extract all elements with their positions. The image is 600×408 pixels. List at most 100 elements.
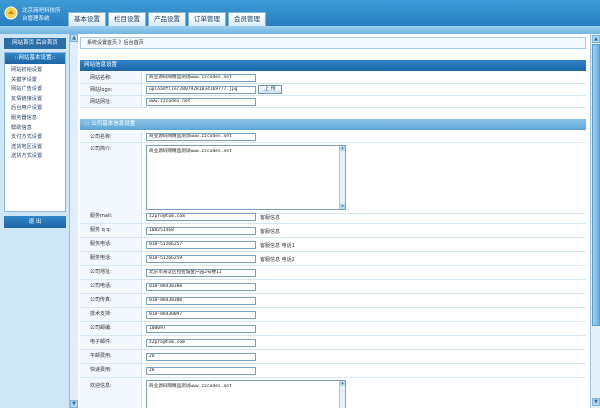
form-row-postcode: 公司邮编: 100097: [80, 322, 586, 336]
postcode-input[interactable]: 100097: [146, 325, 256, 333]
scroll-down-icon[interactable]: ▼: [70, 400, 78, 408]
field-note: 客服信息 电话2: [260, 257, 295, 263]
logout-button[interactable]: 退 出: [4, 216, 66, 228]
sidebar-item-site-init[interactable]: 网站初始设置: [11, 66, 65, 76]
form-row-express-fee: 快递费用: 20: [80, 364, 586, 378]
email-input[interactable]: z2pro@tom.com: [146, 339, 256, 347]
site-logo-input[interactable]: uploadfile/20079281834169777.jpg: [146, 86, 256, 94]
field-label: 公司简介:: [90, 146, 112, 152]
service-phone1-input[interactable]: 010-51266257: [146, 241, 256, 249]
field-label: 服务 q q:: [90, 227, 112, 233]
sidebar-item-keywords[interactable]: 关键字设置: [11, 76, 65, 86]
breadcrumb: 系统设置首页 》后台首页: [80, 37, 586, 49]
form-row-company-address: 公司地址: 北京市海淀区拉拉城金户园2号楼1J: [80, 266, 586, 280]
sidebar-item-delivery-method[interactable]: 送货方式设置: [11, 152, 65, 162]
header-subbar: [0, 26, 600, 34]
field-label: 欢迎信息:: [90, 383, 112, 389]
main-nav-tabs: 基本设置 栏目设置 产品设置 订单管理 会员管理: [68, 12, 268, 26]
company-phone-input[interactable]: 010-88438300: [146, 283, 256, 291]
sidebar-menu-title: ::网站基本设置::: [5, 53, 65, 64]
sidebar-menu: ::网站基本设置:: 网站初始设置 关键字设置 网站广告设置 友情链接设置 后台…: [4, 52, 66, 212]
form-row-company-intro: 公司简介: 商业源码网精品测试www.zzcodes.net ▲ ▼: [80, 143, 586, 214]
service-phone2-input[interactable]: 010-51266259: [146, 255, 256, 263]
form-row-site-name: 网站名称: 商业源码网精品测试www.zzcodes.net: [80, 72, 586, 84]
tab-member-management[interactable]: 会员管理: [228, 12, 266, 26]
form-row-post-fee: 平邮费用: 20: [80, 350, 586, 364]
welcome-text: 商业源码网精品测试www.zzcodes.net: [149, 384, 232, 389]
sidebar-item-payment[interactable]: 支付方式设置: [11, 133, 65, 143]
scroll-up-icon[interactable]: ▲: [70, 34, 78, 42]
scroll-up-icon[interactable]: ▲: [592, 35, 600, 43]
field-label: 公司地址:: [90, 269, 112, 275]
site-name-input[interactable]: 商业源码网精品测试www.zzcodes.net: [146, 74, 256, 82]
field-note: 客服信息 电话1: [260, 243, 295, 249]
tab-column-settings[interactable]: 栏目设置: [108, 12, 146, 26]
section-site-info-header: 网站信息设置: [80, 60, 586, 71]
form-row-site-logo: 网站logo: uploadfile/20079281834169777.jpg…: [80, 84, 586, 96]
site-url-input[interactable]: www.zzcodes.net: [146, 98, 256, 106]
section-company-info-header: ::: 公司基本信息设置: [80, 119, 586, 130]
form-row-tech-support: 技术支持: 010-88430097: [80, 308, 586, 322]
scroll-up-icon[interactable]: ▲: [340, 146, 345, 151]
field-label: 服务电话:: [90, 241, 112, 247]
textarea-scrollbar[interactable]: ▲: [339, 381, 345, 408]
sidebar-item-delivery-region[interactable]: 送货地区设置: [11, 143, 65, 153]
company-intro-text: 商业源码网精品测试www.zzcodes.net: [149, 149, 232, 154]
company-intro-textarea[interactable]: 商业源码网精品测试www.zzcodes.net ▲ ▼: [146, 145, 346, 210]
upload-button[interactable]: 上 传: [258, 85, 282, 94]
field-label: 公司电话:: [90, 283, 112, 289]
welcome-textarea[interactable]: 商业源码网精品测试www.zzcodes.net ▲: [146, 380, 346, 408]
service-qq-input[interactable]: 108251468: [146, 227, 256, 235]
top-header: 北京商吧科技所 台管理系统 基本设置 栏目设置 产品设置 订单管理 会员管理: [0, 0, 600, 26]
tech-support-input[interactable]: 010-88430097: [146, 311, 256, 319]
field-label: 网站网址:: [90, 99, 112, 105]
form-row-welcome: 欢迎信息: 商业源码网精品测试www.zzcodes.net ▲: [80, 378, 586, 408]
sidebar: 网站首页 后台首页 ::网站基本设置:: 网站初始设置 关键字设置 网站广告设置…: [0, 34, 70, 408]
field-label: 平邮费用:: [90, 353, 112, 359]
main-content: 系统设置首页 》后台首页 网站信息设置 网站名称: 商业源码网精品测试www.z…: [78, 34, 600, 408]
form-row-email: 电子邮件: z2pro@tom.com: [80, 336, 586, 350]
scroll-down-icon[interactable]: ▼: [340, 204, 345, 209]
form-row-service-qq: 服务 q q: 108251468 客服信息: [80, 224, 586, 238]
form-row-company-name: 公司名称: 商业源码网精品测试www.zzcodes.net: [80, 131, 586, 143]
field-label: 网站名称:: [90, 75, 112, 81]
tab-product-settings[interactable]: 产品设置: [148, 12, 186, 26]
field-label: 网站logo:: [90, 87, 113, 93]
sidebar-top-links[interactable]: 网站首页 后台首页: [4, 38, 66, 49]
field-label: 服务mail:: [90, 213, 113, 219]
form-row-site-url: 网站网址: www.zzcodes.net: [80, 96, 586, 108]
sidebar-item-server-info[interactable]: 服务器信息: [11, 114, 65, 124]
field-note: 客服信息: [260, 215, 281, 221]
service-mail-input[interactable]: z2pro@tom.com: [146, 213, 256, 221]
field-note: 客服信息: [260, 229, 281, 235]
company-name-input[interactable]: 商业源码网精品测试www.zzcodes.net: [146, 133, 256, 141]
company-address-input[interactable]: 北京市海淀区拉拉城金户园2号楼1J: [146, 269, 256, 277]
logo: 北京商吧科技所 台管理系统: [4, 4, 64, 22]
scroll-thumb[interactable]: [592, 44, 600, 326]
field-label: 公司传真:: [90, 297, 112, 303]
express-fee-input[interactable]: 20: [146, 367, 256, 375]
sidebar-item-help[interactable]: 帮助信息: [11, 124, 65, 134]
field-label: 服务电话:: [90, 255, 112, 261]
form-row-service-phone1: 服务电话: 010-51266257 客服信息 电话1: [80, 238, 586, 252]
field-label: 技术支持:: [90, 311, 112, 317]
textarea-scrollbar[interactable]: ▲ ▼: [339, 146, 345, 209]
scroll-down-icon[interactable]: ▼: [592, 398, 600, 406]
form-row-service-mail: 服务mail: z2pro@tom.com 客服信息: [80, 210, 586, 224]
post-fee-input[interactable]: 20: [146, 353, 256, 361]
company-fax-input[interactable]: 010-88438300: [146, 297, 256, 305]
tab-order-management[interactable]: 订单管理: [188, 12, 226, 26]
sidebar-item-ads[interactable]: 网站广告设置: [11, 85, 65, 95]
field-label: 电子邮件:: [90, 339, 112, 345]
sidebar-scrollbar[interactable]: ▲ ▼: [70, 34, 78, 408]
sidebar-item-admin-users[interactable]: 后台用户设置: [11, 104, 65, 114]
form-row-company-phone: 公司电话: 010-88438300: [80, 280, 586, 294]
scroll-up-icon[interactable]: ▲: [340, 381, 345, 386]
tab-basic-settings[interactable]: 基本设置: [68, 12, 106, 26]
sidebar-item-links[interactable]: 友情链接设置: [11, 95, 65, 105]
page-scrollbar[interactable]: ▲ ▼: [590, 34, 600, 408]
logo-text-line1: 北京商吧科技所: [22, 8, 61, 14]
logo-icon: [4, 6, 18, 20]
form-row-service-phone2: 服务电话: 010-51266259 客服信息 电话2: [80, 252, 586, 266]
field-label: 快递费用:: [90, 367, 112, 373]
